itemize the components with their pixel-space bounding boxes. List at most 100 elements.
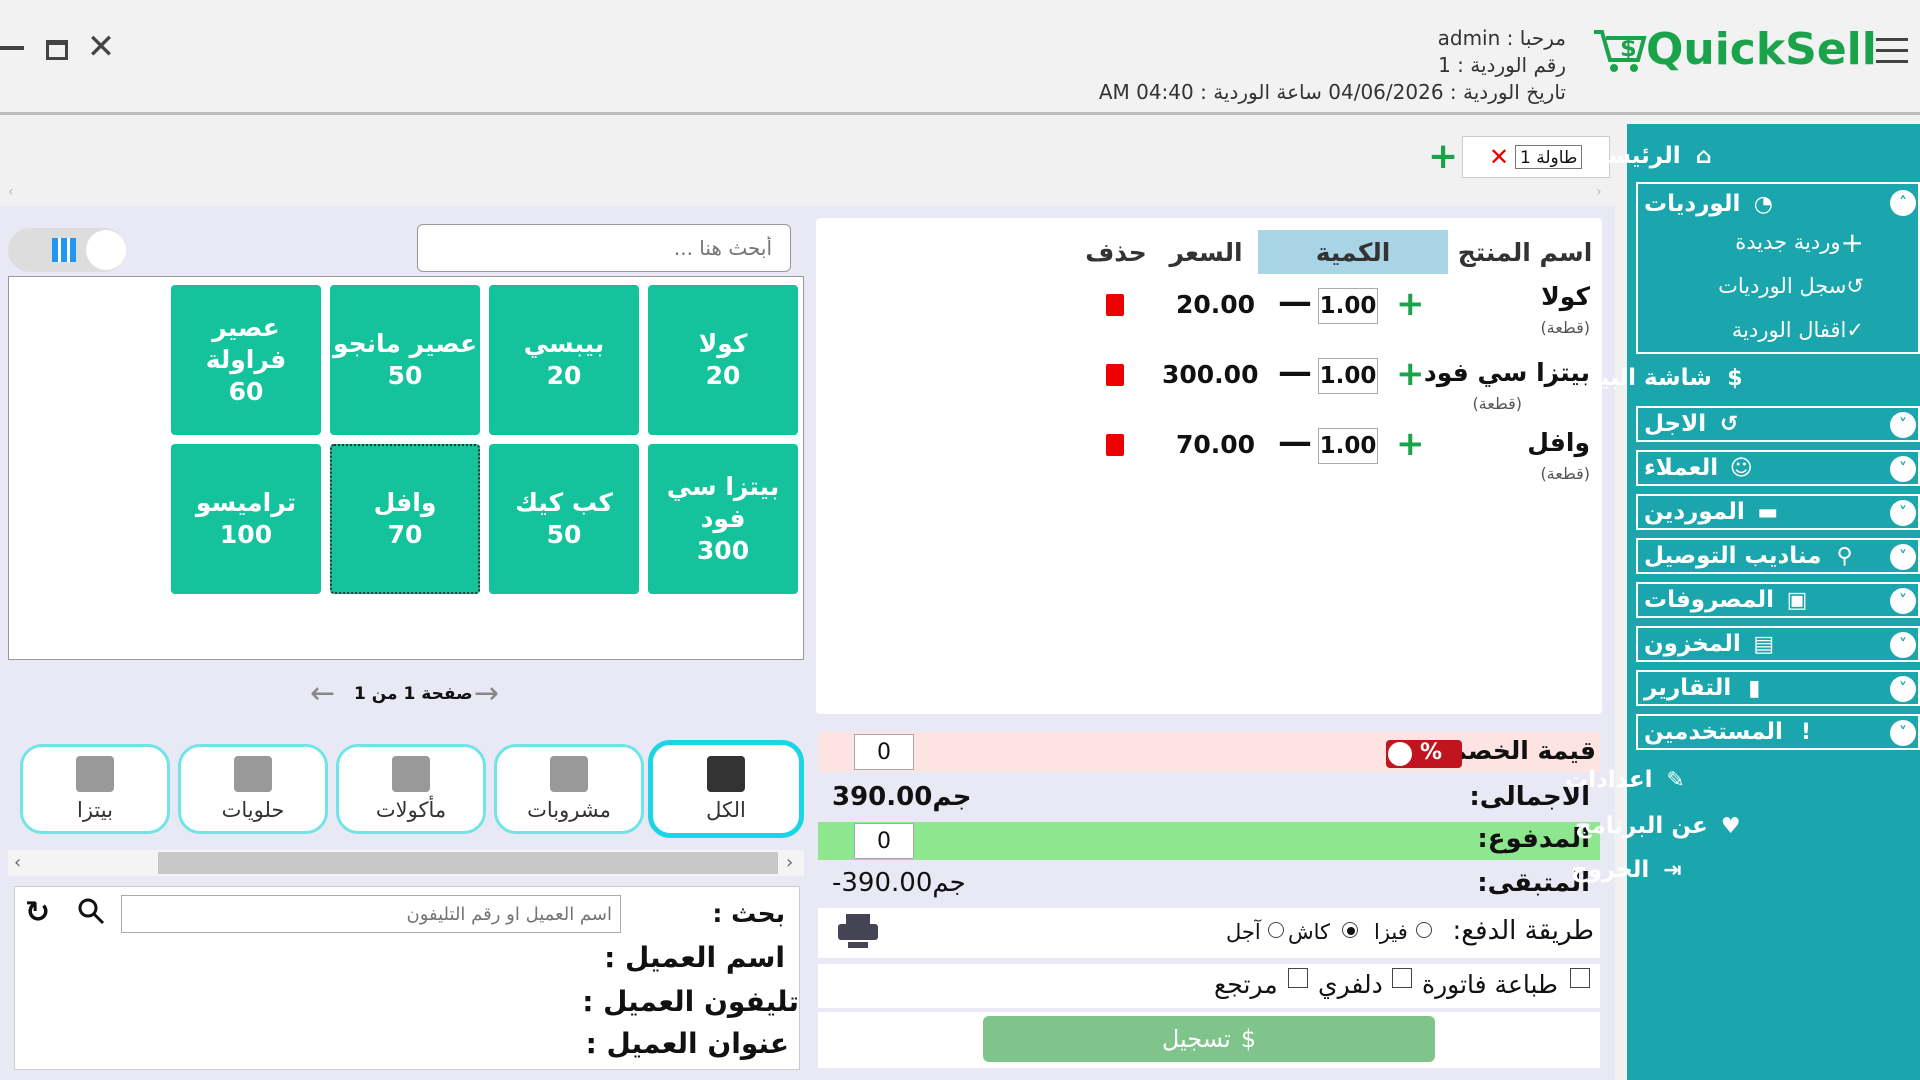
- delete-item-icon[interactable]: [1106, 294, 1124, 316]
- chevron-down-icon[interactable]: ˅: [1890, 500, 1916, 526]
- sidebar-item-label: التقارير: [1644, 675, 1732, 701]
- add-tab-icon[interactable]: +: [1428, 136, 1458, 177]
- sidebar-item-expenses[interactable]: ▣ المصروفات ˅: [1636, 582, 1920, 618]
- delete-item-icon[interactable]: [1106, 364, 1124, 386]
- decrease-qty-icon[interactable]: —: [1278, 284, 1312, 320]
- paid-input[interactable]: 0: [854, 823, 914, 859]
- chevron-down-icon[interactable]: ˅: [1890, 456, 1916, 482]
- scroll-left-icon[interactable]: ‹: [14, 852, 21, 873]
- sidebar-item-users[interactable]: ǃ المستخدمين ˅: [1636, 714, 1920, 750]
- chevron-down-icon[interactable]: ˅: [1890, 676, 1916, 702]
- product-card[interactable]: عصير فراولة 60: [171, 285, 321, 435]
- tabs-scroll-right-icon[interactable]: ›: [1596, 184, 1602, 200]
- minimize-button[interactable]: [0, 32, 26, 50]
- product-card[interactable]: تراميسو 100: [171, 444, 321, 594]
- customer-phone-label: تليفون العميل :: [582, 985, 799, 1018]
- refresh-icon[interactable]: ↻: [25, 895, 50, 930]
- visa-radio[interactable]: [1416, 922, 1432, 938]
- sidebar-item-exit[interactable]: ⇥ الخروج: [1571, 850, 1856, 890]
- product-card[interactable]: كولا 20: [648, 285, 798, 435]
- shift-number: رقم الوردية : 1: [1438, 53, 1566, 77]
- category-food[interactable]: مأكولات: [336, 744, 486, 834]
- sidebar-item-row: ☺ العملاء: [1644, 450, 1884, 486]
- category-label: مأكولات: [375, 798, 447, 822]
- sidebar-item-shifts[interactable]: ◔ الورديات: [1644, 184, 1884, 224]
- discount-percent-toggle[interactable]: %: [1386, 740, 1462, 768]
- chevron-down-icon[interactable]: ˅: [1890, 544, 1916, 570]
- sidebar-item-close-shift[interactable]: ✓ اقفال الوردية: [1732, 310, 1864, 350]
- qty-input[interactable]: 1.00: [1318, 288, 1378, 324]
- sidebar-item-credit[interactable]: ↺ الاجل ˅: [1636, 406, 1920, 442]
- qty-input[interactable]: 1.00: [1318, 428, 1378, 464]
- tabs-scroll-left-icon[interactable]: ‹: [8, 184, 14, 200]
- increase-qty-icon[interactable]: +: [1396, 356, 1425, 392]
- category-pizza[interactable]: بيتزا: [20, 744, 170, 834]
- sidebar-item-about[interactable]: ♥ عن البرنامج: [1575, 806, 1860, 846]
- product-name: كولا: [698, 329, 748, 358]
- increase-qty-icon[interactable]: +: [1396, 426, 1425, 462]
- scrollbar-thumb[interactable]: [158, 852, 778, 874]
- returned-checkbox[interactable]: [1288, 968, 1308, 988]
- prev-page-icon[interactable]: ←: [310, 676, 335, 711]
- sidebar-item-new-shift[interactable]: + وردية جديدة: [1735, 222, 1864, 262]
- printer-icon[interactable]: [838, 914, 878, 950]
- sidebar-item-stock[interactable]: ▤ المخزون ˅: [1636, 626, 1920, 662]
- chevron-up-icon[interactable]: ˄: [1890, 190, 1916, 216]
- sidebar-item-reports[interactable]: ▮ التقارير ˅: [1636, 670, 1920, 706]
- scroll-right-icon[interactable]: ›: [786, 852, 793, 873]
- decrease-qty-icon[interactable]: —: [1278, 424, 1312, 460]
- chevron-down-icon[interactable]: ˅: [1890, 412, 1916, 438]
- person-icon: ☺: [1729, 455, 1753, 481]
- product-price: 20: [546, 361, 582, 390]
- sidebar-item-customers[interactable]: ☺ العملاء ˅: [1636, 450, 1920, 486]
- book-icon: ▮: [1748, 675, 1761, 701]
- dollar-icon: $: [1240, 1025, 1257, 1053]
- sidebar-item-settings[interactable]: ✎ اعدادات: [1565, 760, 1850, 800]
- product-card[interactable]: بيتزا سي فود 300: [648, 444, 798, 594]
- product-card[interactable]: كب كيك 50: [489, 444, 639, 594]
- chevron-down-icon[interactable]: ˅: [1890, 632, 1916, 658]
- sidebar-item-shift-log[interactable]: ↺ سجل الورديات: [1718, 266, 1864, 306]
- product-card[interactable]: وافل 70: [330, 444, 480, 594]
- category-all[interactable]: الكل: [648, 740, 804, 838]
- view-toggle[interactable]: [8, 228, 126, 272]
- category-desserts[interactable]: حلويات: [178, 744, 328, 834]
- credit-radio[interactable]: [1268, 922, 1284, 938]
- submit-row: تسجيل $: [818, 1012, 1600, 1068]
- cash-radio[interactable]: [1342, 922, 1358, 938]
- sidebar-item-row: ▤ المخزون: [1644, 626, 1884, 662]
- tab-label: 1 طاولة: [1515, 145, 1583, 169]
- product-card[interactable]: بيبسي 20: [489, 285, 639, 435]
- product-card[interactable]: عصير مانجو 50: [330, 285, 480, 435]
- category-scrollbar[interactable]: ‹ ›: [8, 850, 804, 876]
- cart-item-unit: (قطعة): [1472, 394, 1522, 413]
- category-drinks[interactable]: مشروبات: [494, 744, 644, 834]
- close-window-button[interactable]: ✕: [86, 30, 116, 64]
- print-invoice-checkbox[interactable]: [1570, 968, 1590, 988]
- product-search-input[interactable]: [417, 224, 791, 272]
- chevron-down-icon[interactable]: ˅: [1890, 588, 1916, 614]
- qty-input[interactable]: 1.00: [1318, 358, 1378, 394]
- close-tab-icon[interactable]: ✕: [1489, 143, 1509, 171]
- customer-search-input[interactable]: [121, 895, 621, 933]
- search-icon[interactable]: [77, 897, 105, 925]
- sidebar-item-label: الورديات: [1644, 191, 1741, 217]
- sidebar-item-delivery[interactable]: ⚲ مناديب التوصيل ˅: [1636, 538, 1920, 574]
- sidebar-item-label: سجل الورديات: [1718, 274, 1847, 298]
- sidebar-item-home[interactable]: ⌂ الرئيسية: [1585, 136, 1870, 176]
- delete-item-icon[interactable]: [1106, 434, 1124, 456]
- delivery-checkbox[interactable]: [1392, 968, 1412, 988]
- category-label: بيتزا: [77, 798, 113, 822]
- chevron-down-icon[interactable]: ˅: [1890, 720, 1916, 746]
- truck-icon: ▬: [1757, 499, 1779, 525]
- decrease-qty-icon[interactable]: —: [1278, 354, 1312, 390]
- next-page-icon[interactable]: →: [474, 676, 499, 711]
- increase-qty-icon[interactable]: +: [1396, 286, 1425, 322]
- payment-row: طريقة الدفع: فيزا كاش آجل: [818, 908, 1600, 958]
- discount-input[interactable]: 0: [854, 734, 914, 770]
- maximize-button[interactable]: [46, 40, 68, 60]
- hamburger-menu-icon[interactable]: [1876, 38, 1908, 64]
- sidebar-item-suppliers[interactable]: ▬ الموردين ˅: [1636, 494, 1920, 530]
- submit-button[interactable]: تسجيل $: [983, 1016, 1435, 1062]
- sidebar-item-sales-screen[interactable]: $ شاشة البيع: [1585, 358, 1870, 398]
